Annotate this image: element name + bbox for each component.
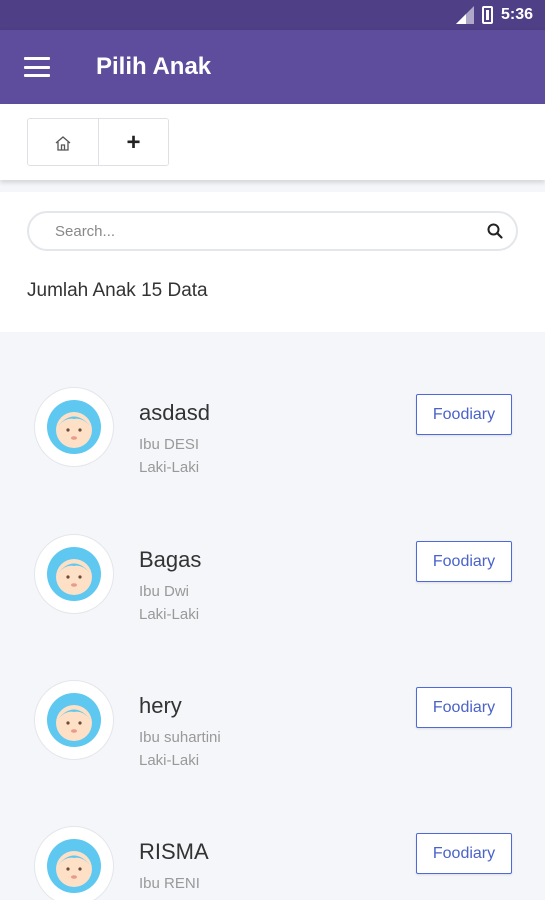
toolbar: + xyxy=(0,104,545,180)
signal-icon xyxy=(455,6,474,24)
baby-avatar-icon xyxy=(47,400,101,454)
child-mother: Ibu DESI xyxy=(139,436,200,453)
avatar xyxy=(34,826,114,900)
foodiary-button[interactable]: Foodiary xyxy=(416,687,512,728)
plus-icon: + xyxy=(126,129,141,156)
foodiary-button[interactable]: Foodiary xyxy=(416,394,512,435)
child-name: Bagas xyxy=(139,547,202,572)
child-mother: Ibu suhartini xyxy=(139,729,221,746)
child-mother: Ibu Dwi xyxy=(139,583,190,600)
add-child-button[interactable]: + xyxy=(98,119,168,165)
toolbar-button-group: + xyxy=(27,118,169,166)
avatar xyxy=(34,680,114,760)
app-bar: Pilih Anak xyxy=(0,30,545,104)
list-item: RISMA Ibu RENI Foodiary xyxy=(0,773,545,900)
children-list: asdasd Ibu DESI Laki-Laki Foodiary Bagas… xyxy=(0,334,545,900)
list-item: hery Ibu suhartini Laki-Laki Foodiary xyxy=(0,627,545,773)
search-box xyxy=(27,211,518,251)
avatar xyxy=(34,387,114,467)
search-input[interactable] xyxy=(55,222,486,240)
child-name: asdasd xyxy=(139,400,210,425)
status-bar: 5:36 xyxy=(0,0,545,30)
menu-button[interactable] xyxy=(0,30,74,104)
hamburger-menu-icon xyxy=(24,57,50,77)
child-mother: Ibu RENI xyxy=(139,875,200,892)
baby-avatar-icon xyxy=(47,839,101,893)
child-gender: Laki-Laki xyxy=(139,606,200,623)
home-icon xyxy=(55,136,71,151)
child-count: Jumlah Anak 15 Data xyxy=(27,280,208,301)
list-item: Bagas Ibu Dwi Laki-Laki Foodiary xyxy=(0,481,545,627)
baby-avatar-icon xyxy=(47,693,101,747)
list-item: asdasd Ibu DESI Laki-Laki Foodiary xyxy=(0,334,545,480)
foodiary-button[interactable]: Foodiary xyxy=(416,833,512,874)
foodiary-button[interactable]: Foodiary xyxy=(416,541,512,582)
baby-avatar-icon xyxy=(47,547,101,601)
avatar xyxy=(34,534,114,614)
search-icon[interactable] xyxy=(486,222,504,240)
clock: 5:36 xyxy=(500,6,533,23)
battery-icon xyxy=(481,6,493,24)
home-button[interactable] xyxy=(28,119,98,165)
child-name: hery xyxy=(139,693,182,718)
child-name: RISMA xyxy=(139,839,209,864)
child-gender: Laki-Laki xyxy=(139,752,200,769)
child-gender: Laki-Laki xyxy=(139,459,200,476)
search-section: Jumlah Anak 15 Data xyxy=(0,192,545,332)
page-title: Pilih Anak xyxy=(96,53,212,80)
